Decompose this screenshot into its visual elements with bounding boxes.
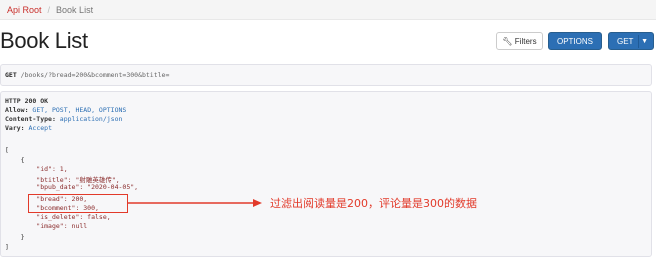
annotation-arrow <box>128 199 262 207</box>
annotation-text: 过滤出阅读量是200，评论量是300的数据 <box>270 197 477 210</box>
